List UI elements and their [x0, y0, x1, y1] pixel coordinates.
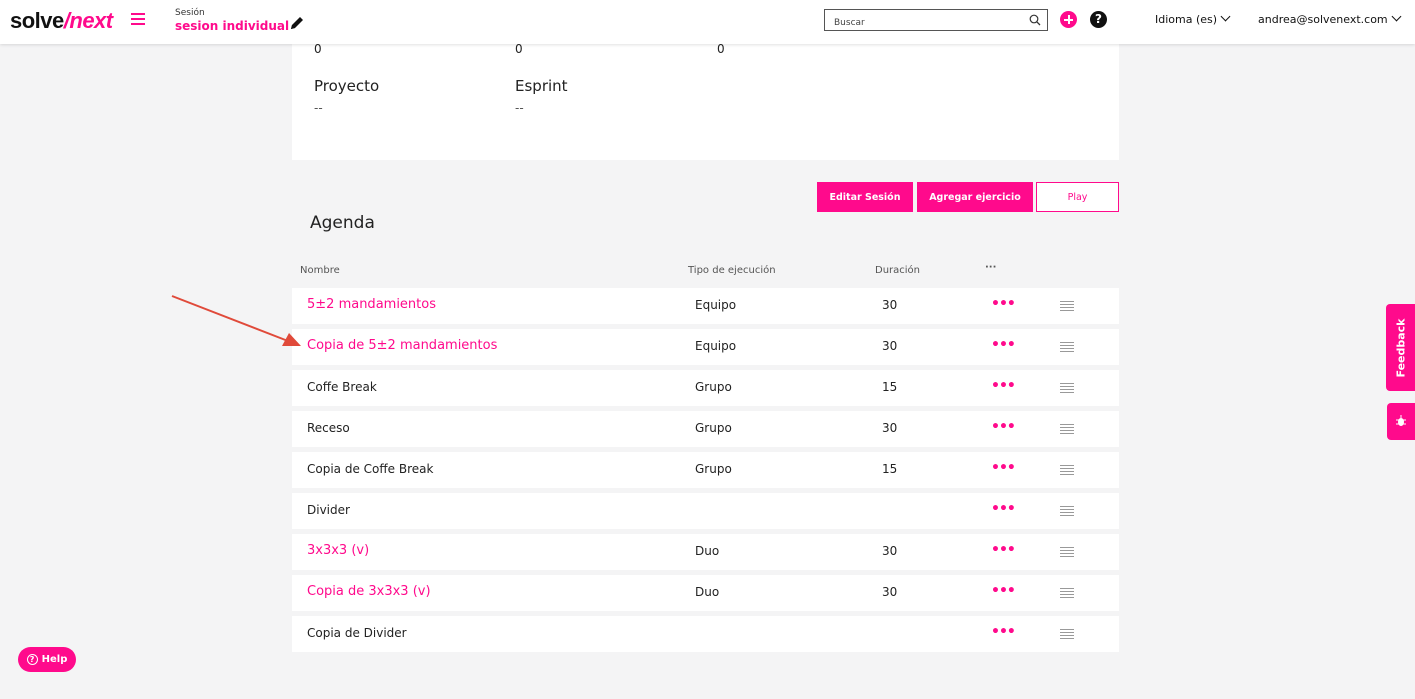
feedback-tab[interactable]: Feedback — [1386, 304, 1415, 391]
column-header-more: ··· — [985, 262, 997, 273]
table-row[interactable]: Copia de Coffe Break Grupo 15 ••• — [292, 452, 1119, 488]
column-header-name: Nombre — [300, 265, 340, 276]
edit-session-button[interactable]: Editar Sesión — [817, 182, 913, 212]
session-label: Sesión — [175, 8, 205, 18]
exercise-name: Divider — [307, 503, 350, 517]
table-row[interactable]: 3x3x3 (v) Duo 30 ••• — [292, 534, 1119, 570]
add-exercise-button[interactable]: Agregar ejercicio — [917, 182, 1033, 212]
add-icon[interactable] — [1060, 11, 1077, 28]
help-icon: ? — [26, 654, 38, 665]
row-menu-icon[interactable]: ••• — [991, 583, 1016, 599]
row-menu-icon[interactable]: ••• — [991, 460, 1016, 476]
execution-type: Grupo — [695, 462, 732, 476]
drag-handle-icon[interactable] — [1060, 506, 1074, 516]
play-button[interactable]: Play — [1036, 182, 1119, 212]
drag-handle-icon[interactable] — [1060, 383, 1074, 393]
session-info: Sesión sesion individual — [175, 8, 289, 33]
count-value: 0 — [717, 42, 725, 56]
help-label: Help — [41, 654, 68, 665]
session-details-card: 0 0 0 Proyecto -- Esprint -- — [292, 42, 1119, 160]
execution-type: Equipo — [695, 339, 737, 353]
duration: 30 — [882, 339, 898, 353]
logo-main: solve — [10, 8, 64, 33]
execution-type: Duo — [695, 544, 720, 558]
exercise-name-link[interactable]: 3x3x3 (v) — [307, 543, 369, 558]
row-menu-icon[interactable]: ••• — [991, 296, 1016, 312]
exercise-name: Copia de Divider — [307, 626, 407, 640]
exercise-name: Receso — [307, 421, 350, 435]
exercise-name-link[interactable]: Copia de 3x3x3 (v) — [307, 584, 431, 599]
help-icon[interactable]: ? — [1090, 11, 1107, 28]
column-header-type: Tipo de ejecución — [688, 265, 776, 276]
chevron-down-icon — [1391, 11, 1402, 22]
search-box — [824, 9, 1048, 33]
row-menu-icon[interactable]: ••• — [991, 419, 1016, 435]
duration: 15 — [882, 462, 898, 476]
top-bar: solve/next Sesión sesion individual ? Id… — [0, 0, 1415, 44]
menu-icon[interactable] — [131, 13, 145, 25]
duration: 15 — [882, 380, 898, 394]
table-row[interactable]: Copia de 5±2 mandamientos Equipo 30 ••• — [292, 329, 1119, 365]
help-button[interactable]: ? Help — [18, 647, 76, 672]
search-input[interactable] — [825, 13, 1015, 33]
exercise-name: Copia de Coffe Break — [307, 462, 434, 476]
row-menu-icon[interactable]: ••• — [991, 337, 1016, 353]
logo-accent: /next — [63, 8, 113, 33]
search-icon[interactable] — [1029, 14, 1041, 26]
drag-handle-icon[interactable] — [1060, 342, 1074, 352]
drag-handle-icon[interactable] — [1060, 424, 1074, 434]
user-menu[interactable]: andrea@solvenext.com — [1258, 11, 1402, 26]
chevron-down-icon — [1220, 11, 1231, 22]
execution-type: Duo — [695, 585, 720, 599]
session-name: sesion individual — [175, 19, 290, 33]
drag-handle-icon[interactable] — [1060, 588, 1074, 598]
feedback-label: Feedback — [1394, 318, 1407, 377]
table-row[interactable]: Copia de Divider ••• — [292, 616, 1119, 652]
execution-type: Equipo — [695, 298, 737, 312]
logo[interactable]: solve/next — [10, 8, 113, 34]
table-row[interactable]: 5±2 mandamientos Equipo 30 ••• — [292, 288, 1119, 324]
row-menu-icon[interactable]: ••• — [991, 542, 1016, 558]
table-row[interactable]: Coffe Break Grupo 15 ••• — [292, 370, 1119, 406]
duration: 30 — [882, 544, 898, 558]
user-email: andrea@solvenext.com — [1258, 13, 1388, 26]
table-row[interactable]: Divider ••• — [292, 493, 1119, 529]
annotation-arrow-icon — [171, 295, 301, 346]
table-row[interactable]: Receso Grupo 30 ••• — [292, 411, 1119, 447]
project-value: -- — [314, 101, 323, 115]
agenda-title: Agenda — [310, 213, 375, 233]
exercise-name-link[interactable]: 5±2 mandamientos — [307, 297, 436, 312]
sprint-value: -- — [515, 101, 524, 115]
language-label: Idioma (es) — [1155, 13, 1218, 26]
drag-handle-icon[interactable] — [1060, 465, 1074, 475]
duration: 30 — [882, 585, 898, 599]
execution-type: Grupo — [695, 380, 732, 394]
project-label: Proyecto — [314, 77, 380, 95]
duration: 30 — [882, 298, 898, 312]
drag-handle-icon[interactable] — [1060, 629, 1074, 639]
row-menu-icon[interactable]: ••• — [991, 624, 1016, 640]
bug-icon — [1396, 415, 1406, 426]
bug-report-tab[interactable] — [1387, 403, 1415, 440]
drag-handle-icon[interactable] — [1060, 547, 1074, 557]
duration: 30 — [882, 421, 898, 435]
table-row[interactable]: Copia de 3x3x3 (v) Duo 30 ••• — [292, 575, 1119, 611]
execution-type: Grupo — [695, 421, 732, 435]
exercise-name-link[interactable]: Copia de 5±2 mandamientos — [307, 338, 497, 353]
count-value: 0 — [515, 42, 523, 56]
language-selector[interactable]: Idioma (es) — [1155, 11, 1231, 26]
pencil-icon[interactable] — [289, 15, 305, 31]
column-header-duration: Duración — [875, 265, 921, 276]
exercise-name: Coffe Break — [307, 380, 377, 394]
sprint-label: Esprint — [515, 77, 568, 95]
drag-handle-icon[interactable] — [1060, 301, 1074, 311]
row-menu-icon[interactable]: ••• — [991, 378, 1016, 394]
count-value: 0 — [314, 42, 322, 56]
row-menu-icon[interactable]: ••• — [991, 501, 1016, 517]
